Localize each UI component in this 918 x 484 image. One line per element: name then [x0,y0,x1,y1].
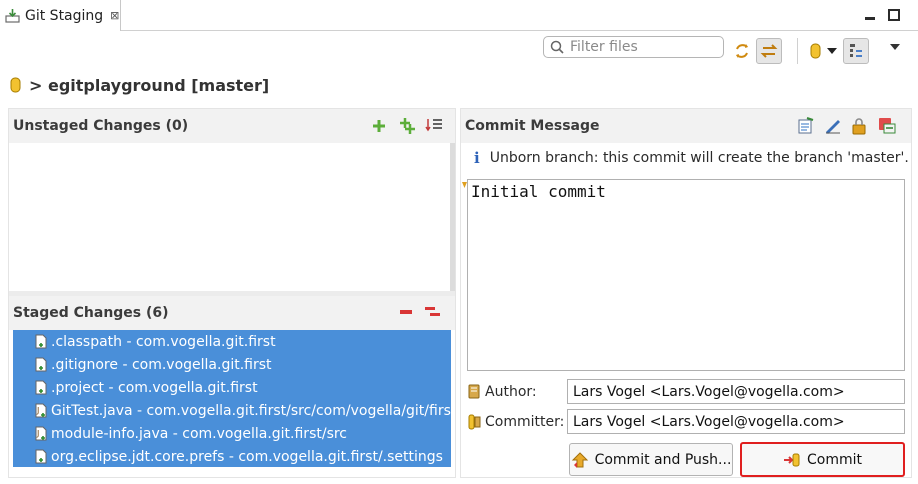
staged-file-label: .classpath - com.vogella.git.first [51,333,276,350]
committer-label-text: Committer: [485,414,565,430]
amend-icon[interactable] [797,117,815,135]
staged-title: Staged Changes (6) [13,305,169,321]
push-icon [571,451,589,469]
remove-all-from-index-icon[interactable] [424,304,442,320]
repository-label: > egitplayground [master] [29,75,270,95]
info-icon: i [474,149,480,167]
staged-file-icon [35,334,47,349]
committer-icon [468,414,482,430]
list-item[interactable]: .gitignore - com.vogella.git.first [13,353,451,376]
dropdown-arrow-icon[interactable] [826,47,838,55]
unstaged-list[interactable] [9,143,450,291]
sign-off-icon[interactable] [824,117,842,135]
author-icon [468,384,482,400]
tab-git-staging[interactable]: Git Staging ⊠ [0,0,121,31]
staged-header: Staged Changes (6) [9,296,455,330]
svg-text:J: J [36,429,39,438]
staged-file-label: .project - com.vogella.git.first [51,379,258,396]
unstaged-scrollbar[interactable] [450,143,455,291]
unstaged-title: Unstaged Changes (0) [13,118,189,134]
staged-file-label: module-info.java - com.vogella.git.first… [51,425,348,442]
filter-files-input[interactable]: Filter files [543,36,724,58]
list-item[interactable]: J GitTest.java - com.vogella.git.first/s… [13,399,451,422]
commit-and-push-label: Commit and Push... [594,451,732,468]
maximize-icon[interactable] [886,7,902,23]
svg-text:J: J [36,406,39,415]
staged-list[interactable]: .classpath - com.vogella.git.first .giti… [13,330,451,467]
add-to-index-icon[interactable] [371,118,387,134]
list-item[interactable]: J module-info.java - com.vogella.git.fir… [13,422,451,445]
commit-message-title: Commit Message [465,118,600,134]
git-staging-icon [5,8,20,23]
java-file-icon: J [35,426,47,441]
remove-from-index-icon[interactable] [398,304,414,320]
repository-path: > egitplayground [master] [10,72,269,98]
search-icon [550,40,564,54]
unborn-branch-text: Unborn branch: this commit will create t… [489,150,909,166]
staged-file-icon [35,357,47,372]
add-all-to-index-icon[interactable] [398,117,416,135]
staged-file-label: GitTest.java - com.vogella.git.first/src… [51,402,451,419]
java-file-icon: J [35,403,47,418]
list-item[interactable]: .classpath - com.vogella.git.first [13,330,451,353]
unborn-branch-info: i Unborn branch: this commit will create… [474,148,909,168]
view-menu-icon[interactable] [889,43,901,51]
author-label-text: Author: [485,384,537,400]
filter-placeholder: Filter files [570,39,638,55]
list-item[interactable]: org.eclipse.jdt.core.prefs - com.vogella… [13,445,451,468]
staged-file-label: org.eclipse.jdt.core.prefs - com.vogella… [51,448,443,465]
list-item[interactable]: .project - com.vogella.git.first [13,376,451,399]
committer-field[interactable]: Lars Vogel <Lars.Vogel@vogella.com> [567,409,905,434]
committer-label: Committer: [468,412,564,432]
minimize-icon[interactable] [862,7,878,23]
lock-icon[interactable] [851,117,867,135]
commit-icon [783,452,801,468]
staged-file-icon [35,380,47,395]
refresh-icon[interactable] [729,38,755,64]
link-selection-icon[interactable] [756,38,782,64]
repository-icon [10,77,21,93]
commit-label: Commit [807,451,862,468]
change-id-icon[interactable] [878,116,896,134]
sort-icon[interactable] [425,117,443,133]
commit-and-push-button[interactable]: Commit and Push... [569,443,733,476]
committer-value: Lars Vogel <Lars.Vogel@vogella.com> [573,413,845,430]
commit-message-text: Initial commit [471,182,606,201]
presentation-icon[interactable] [843,38,869,64]
staged-file-icon [35,449,47,464]
commit-message-header: Commit Message [461,109,911,143]
author-value: Lars Vogel <Lars.Vogel@vogella.com> [573,383,845,400]
commit-button[interactable]: Commit [740,442,905,477]
staged-file-label: .gitignore - com.vogella.git.first [51,356,272,373]
tab-title: Git Staging [25,7,104,24]
commit-message-input[interactable]: Initial commit [467,179,905,371]
author-field[interactable]: Lars Vogel <Lars.Vogel@vogella.com> [567,379,905,404]
view-tab-strip: Git Staging ⊠ [0,0,918,31]
toolbar-separator [797,38,798,64]
close-tab-icon[interactable]: ⊠ [110,9,119,22]
unstaged-header: Unstaged Changes (0) [9,109,455,143]
author-label: Author: [468,382,537,402]
